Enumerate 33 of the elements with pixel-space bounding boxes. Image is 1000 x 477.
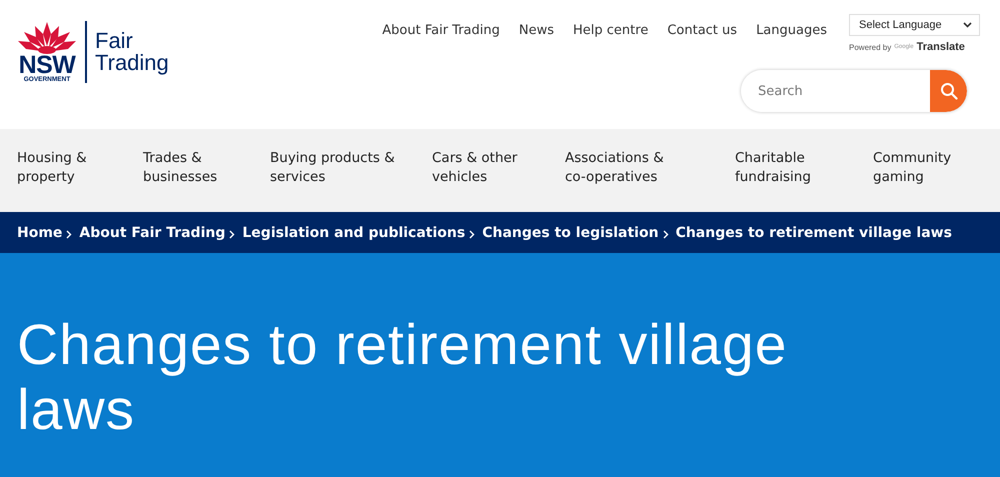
logo-agency-text: Trading [95,52,169,74]
main-nav-item[interactable]: Buying products & services [270,129,432,187]
search-button[interactable] [930,70,967,112]
logo-brand-text: NSW [18,54,76,76]
top-link[interactable]: Contact us [667,23,738,38]
main-nav-item[interactable]: Charitable fundraising [735,129,873,187]
breadcrumb-link[interactable]: Changes to retirement village laws [676,224,952,240]
search-field[interactable]: Search [741,70,930,112]
breadcrumb-link[interactable]: Home [17,224,62,240]
chevron-right-icon [662,230,669,238]
main-nav-item[interactable]: Associations & co-operatives [565,129,735,187]
top-link[interactable]: News [518,23,554,38]
search-icon [940,82,958,100]
logo-agency-text: Fair [95,30,134,52]
breadcrumb-link[interactable]: Legislation and publications [242,224,466,240]
chevron-right-icon [229,230,236,238]
powered-by-text: Powered by [849,42,892,52]
breadcrumb-link[interactable]: Changes to legislation [482,224,659,240]
top-link[interactable]: About Fair Trading [382,23,500,38]
chevron-down-icon [963,22,972,28]
page-title: Changes to retirement village laws [17,313,788,443]
top-link[interactable]: Languages [756,23,827,38]
language-select[interactable]: Select Language [849,14,980,36]
chevron-right-icon [469,230,476,238]
chevron-right-icon [66,230,72,238]
main-nav-item[interactable]: Housing & property [17,129,143,187]
top-link[interactable]: Help centre [573,23,648,38]
main-nav-item[interactable]: Trades & businesses [143,129,270,187]
main-nav-item[interactable]: Cars & other vehicles [432,129,565,187]
main-nav-item[interactable]: Community gaming [873,129,983,187]
translate-link[interactable]: Translate [916,41,965,53]
waratah-flower-icon [17,20,77,54]
breadcrumb-link[interactable]: About Fair Trading [79,224,226,240]
